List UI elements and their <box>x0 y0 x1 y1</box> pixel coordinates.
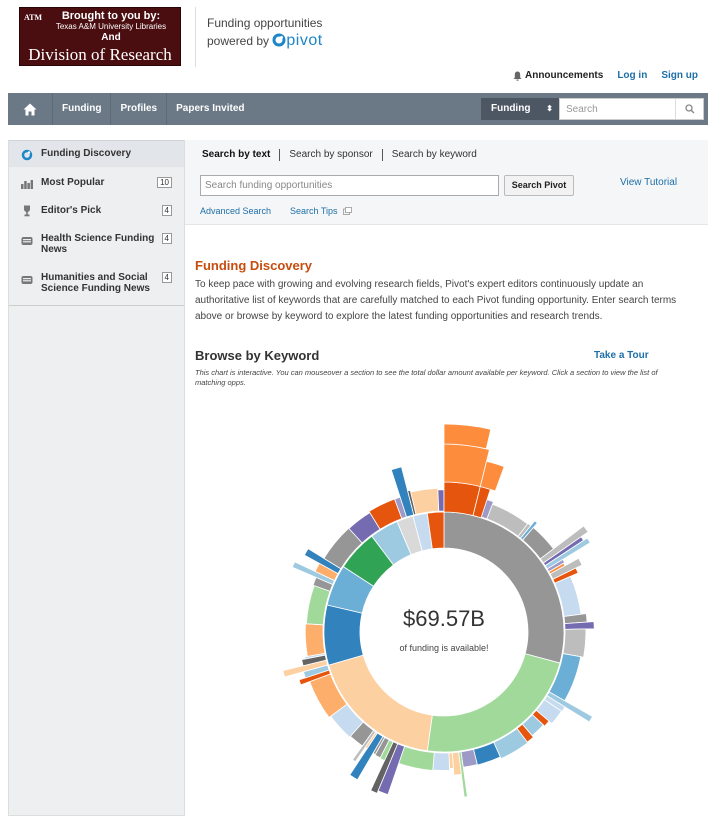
tab-search-by-sponsor[interactable]: Search by sponsor <box>279 149 381 161</box>
tamu-mark-icon: ATM <box>24 13 43 22</box>
trophy-icon <box>24 205 30 217</box>
home-icon <box>23 103 37 115</box>
chart-instructions: This chart is interactive. You can mouse… <box>195 368 658 387</box>
nav-profiles[interactable]: Profiles <box>110 93 166 125</box>
funding-discovery-description: To keep pace with growing and evolving r… <box>195 279 677 322</box>
count-badge: 10 <box>157 177 172 188</box>
logo-line-4: Division of Research <box>28 45 172 64</box>
top-links: Announcements Log in Sign up <box>513 70 698 81</box>
advanced-search-link[interactable]: Advanced Search <box>200 206 271 216</box>
sidebar: Funding Discovery Most Popular 10 Editor… <box>8 140 185 816</box>
sidebar-item-health-science-news[interactable]: Health Science Funding News 4 <box>9 221 184 260</box>
logo-line-3: And <box>101 32 121 43</box>
logo-line-2: Texas A&M University Libraries <box>55 22 167 31</box>
powered-by: Funding opportunities powered by pivot <box>207 14 323 50</box>
logo-line-1: Brought to you by: <box>61 10 161 22</box>
funding-discovery-title: Funding Discovery <box>195 258 313 273</box>
outer-segment[interactable] <box>432 752 451 771</box>
powered-line-2: powered by <box>207 34 270 48</box>
sidebar-item-label: Health Science Funding News <box>41 233 155 255</box>
outer-segment[interactable] <box>562 628 587 658</box>
nav-papers-invited[interactable]: Papers Invited <box>166 93 253 125</box>
search-scope-select[interactable]: Funding ⬍ <box>481 98 559 120</box>
inner-segment[interactable] <box>426 653 561 753</box>
sidebar-item-label: Most Popular <box>41 177 105 188</box>
sidebar-item-editors-pick[interactable]: Editor's Pick 4 <box>9 193 184 221</box>
total-funding-amount: $69.57B <box>403 606 485 631</box>
header: ATM Brought to you by: Texas A&M Univers… <box>0 0 708 92</box>
outer-segment[interactable] <box>304 623 326 657</box>
search-button[interactable] <box>675 99 703 119</box>
count-badge: 4 <box>161 272 172 283</box>
count-badge: 4 <box>161 233 172 244</box>
keyword-sunburst-chart[interactable] <box>240 400 644 804</box>
search-tips-link[interactable]: Search Tips <box>290 206 352 216</box>
total-funding-caption: of funding is available! <box>399 643 489 653</box>
nav-funding[interactable]: Funding <box>52 93 110 125</box>
take-a-tour-link[interactable]: Take a Tour <box>594 350 649 361</box>
outer-segment[interactable] <box>410 487 440 515</box>
count-badge: 4 <box>161 205 172 216</box>
home-button[interactable] <box>8 93 52 125</box>
browse-by-keyword-title: Browse by Keyword <box>195 348 320 363</box>
global-search-input[interactable]: Search <box>559 98 704 120</box>
newspaper-icon <box>21 237 33 245</box>
header-divider <box>195 7 196 67</box>
search-scope-value: Funding <box>491 103 531 114</box>
bar-chart-icon <box>21 180 33 189</box>
select-arrows-icon: ⬍ <box>546 104 553 113</box>
announcements-link[interactable]: Announcements <box>513 70 603 81</box>
sidebar-item-label: Editor's Pick <box>41 205 102 216</box>
pivot-icon <box>21 149 33 161</box>
powered-line-1: Funding opportunities <box>207 16 323 30</box>
search-pivot-button[interactable]: Search Pivot <box>504 175 574 196</box>
sidebar-item-label: Funding Discovery <box>41 148 132 159</box>
sidebar-item-funding-discovery[interactable]: Funding Discovery <box>9 140 184 167</box>
sidebar-item-label: Humanities and Social Science Funding Ne… <box>41 272 150 294</box>
announcements-label: Announcements <box>524 70 604 81</box>
global-search-placeholder: Search <box>566 104 598 115</box>
search-tabs: Search by text Search by sponsor Search … <box>202 149 486 161</box>
inner-segment[interactable] <box>443 511 565 664</box>
external-window-icon <box>343 207 352 215</box>
tab-search-by-text[interactable]: Search by text <box>202 149 279 161</box>
view-tutorial-link[interactable]: View Tutorial <box>620 177 677 188</box>
pivot-logo-icon <box>272 33 286 47</box>
search-panel: Search by text Search by sponsor Search … <box>185 140 708 225</box>
search-icon <box>684 104 694 114</box>
newspaper-icon <box>21 276 33 284</box>
login-link[interactable]: Log in <box>617 70 647 81</box>
sidebar-item-humanities-news[interactable]: Humanities and Social Science Funding Ne… <box>9 260 184 299</box>
funding-search-input[interactable]: Search funding opportunities <box>200 175 499 196</box>
sidebar-item-most-popular[interactable]: Most Popular 10 <box>9 167 184 193</box>
tab-search-by-keyword[interactable]: Search by keyword <box>381 149 486 161</box>
pivot-brand[interactable]: pivot <box>286 32 322 49</box>
bell-icon <box>513 71 522 81</box>
signup-link[interactable]: Sign up <box>661 70 698 81</box>
outer-segment[interactable] <box>437 489 445 512</box>
sponsor-logo[interactable]: ATM Brought to you by: Texas A&M Univers… <box>19 7 181 66</box>
main-navbar: Funding Profiles Papers Invited Funding … <box>8 93 708 125</box>
sidebar-list: Most Popular 10 Editor's Pick 4 Health S… <box>9 167 184 306</box>
search-tips-label: Search Tips <box>290 206 338 216</box>
